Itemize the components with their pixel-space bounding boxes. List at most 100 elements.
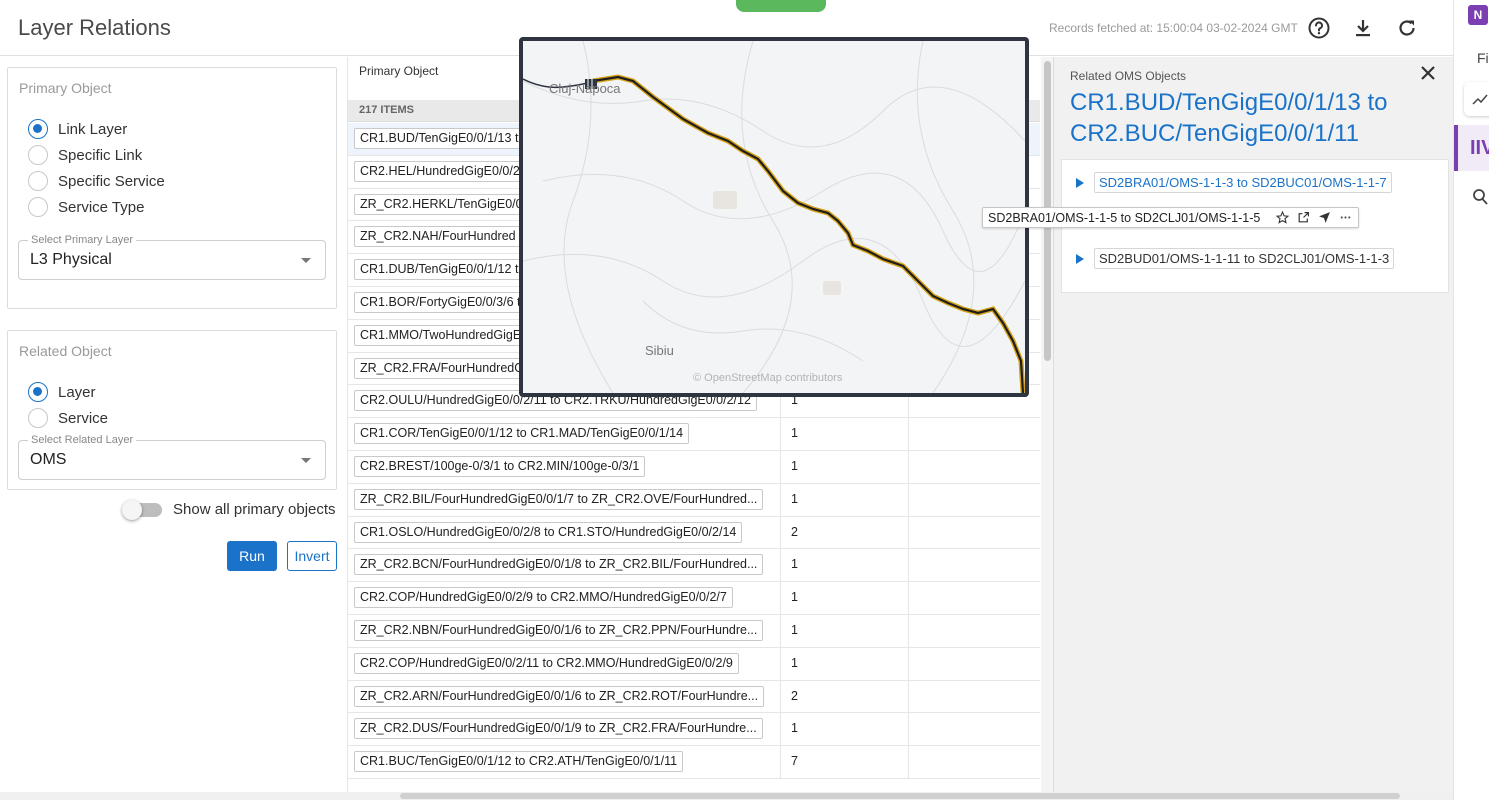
empty-cell bbox=[908, 418, 1040, 450]
item-actions bbox=[1268, 211, 1352, 225]
primary-object-cell[interactable]: ZR_CR2.BIL/FourHundredGigE0/0/1/7 to ZR_… bbox=[354, 488, 764, 510]
tree-item-label[interactable]: SD2BUD01/OMS-1-1-11 to SD2CLJ01/OMS-1-1-… bbox=[1094, 248, 1395, 269]
open-external-icon[interactable] bbox=[1296, 211, 1310, 225]
radio-specific-service[interactable]: Specific Service bbox=[28, 171, 165, 191]
empty-cell bbox=[908, 647, 1040, 680]
primary-object-cell[interactable]: ZR_CR2.NBN/FourHundredGigE0/0/1/6 to ZR_… bbox=[354, 619, 764, 641]
table-row[interactable]: CR2.COP/HundredGigE0/0/2/11 to CR2.MMO/H… bbox=[348, 647, 1040, 681]
radio-link-layer[interactable]: Link Layer bbox=[28, 119, 127, 139]
count-cell: 2 bbox=[780, 516, 908, 549]
count-cell: 1 bbox=[780, 549, 908, 582]
table-row[interactable]: ZR_CR2.DUS/FourHundredGigE0/0/1/9 to ZR_… bbox=[348, 713, 1040, 747]
locate-icon[interactable] bbox=[1317, 211, 1331, 225]
primary-layer-select[interactable]: Select Primary Layer L3 Physical bbox=[18, 234, 326, 280]
tree-item-label[interactable]: SD2BRA01/OMS-1-1-5 to SD2CLJ01/OMS-1-1-5 bbox=[988, 211, 1260, 225]
primary-object-cell[interactable]: ZR_CR2.DUS/FourHundredGigE0/0/1/9 to ZR_… bbox=[354, 718, 763, 740]
table-row[interactable]: ZR_CR2.NBN/FourHundredGigE0/0/1/6 to ZR_… bbox=[348, 614, 1040, 648]
radio-label: Specific Link bbox=[58, 146, 143, 164]
radio-label: Layer bbox=[58, 383, 96, 401]
notes-app-icon[interactable]: N bbox=[1468, 5, 1488, 25]
primary-object-cell[interactable]: CR2.COP/HundredGigE0/0/2/11 to CR2.MMO/H… bbox=[354, 652, 739, 674]
query-panel: Primary Object Link Layer Specific Link … bbox=[0, 57, 346, 792]
table-row[interactable]: ZR_CR2.BIL/FourHundredGigE0/0/1/7 to ZR_… bbox=[348, 483, 1040, 517]
radio-service-type[interactable]: Service Type bbox=[28, 197, 144, 217]
toggle-switch[interactable] bbox=[122, 499, 162, 520]
tree-item-label[interactable]: SD2BRA01/OMS-1-1-3 to SD2BUC01/OMS-1-1-7 bbox=[1094, 172, 1392, 193]
column-header-primary-object[interactable]: Primary Object bbox=[359, 64, 438, 78]
primary-object-cell[interactable]: ZR_CR2.ARN/FourHundredGigE0/0/1/6 to ZR_… bbox=[354, 685, 765, 707]
radio-button[interactable] bbox=[28, 145, 48, 165]
select-label: Select Related Layer bbox=[28, 434, 137, 446]
radio-button[interactable] bbox=[28, 382, 48, 402]
primary-object-cell[interactable]: CR1.DUB/TenGigE0/0/1/12 t bbox=[354, 259, 525, 281]
help-icon[interactable] bbox=[1307, 16, 1331, 40]
related-layer-select[interactable]: Select Related Layer OMS bbox=[18, 434, 326, 480]
show-all-toggle[interactable]: Show all primary objects bbox=[122, 499, 336, 520]
primary-object-cell[interactable]: CR1.COR/TenGigE0/0/1/12 to CR1.MAD/TenGi… bbox=[354, 423, 690, 445]
primary-object-cell[interactable]: CR2.HEL/HundredGigE0/0/2 bbox=[354, 160, 526, 182]
radio-button[interactable] bbox=[28, 197, 48, 217]
refresh-icon[interactable] bbox=[1395, 16, 1419, 40]
radio-button[interactable] bbox=[28, 119, 48, 139]
table-row[interactable]: CR1.OSLO/HundredGigE0/0/2/8 to CR1.STO/H… bbox=[348, 516, 1040, 550]
caret-down-icon bbox=[301, 458, 311, 463]
primary-object-cell[interactable]: CR1.BOR/FortyGigE0/0/3/6 t bbox=[354, 291, 527, 313]
table-scrollbar[interactable] bbox=[1041, 57, 1053, 792]
side-label-fragment: Fil bbox=[1477, 50, 1489, 66]
download-icon[interactable] bbox=[1351, 16, 1375, 40]
route-map-popup[interactable]: Cluj-Napoca Sibiu © OpenStreetMap contri… bbox=[519, 37, 1029, 397]
radio-button[interactable] bbox=[28, 408, 48, 428]
close-icon[interactable] bbox=[1418, 63, 1438, 83]
search-icon[interactable] bbox=[1471, 188, 1489, 211]
table-row[interactable]: CR1.COR/TenGigE0/0/1/12 to CR1.MAD/TenGi… bbox=[348, 418, 1040, 451]
expand-arrow-icon[interactable] bbox=[1076, 177, 1084, 188]
page-title: Layer Relations bbox=[18, 15, 171, 40]
related-object-group: Related Object Layer Service Select Rela… bbox=[7, 330, 337, 490]
tree-item-hovered[interactable]: SD2BRA01/OMS-1-1-5 to SD2CLJ01/OMS-1-1-5 bbox=[982, 207, 1360, 228]
primary-object-cell[interactable]: CR2.COP/HundredGigE0/0/2/9 to CR2.MMO/Hu… bbox=[354, 587, 733, 609]
more-icon[interactable] bbox=[1338, 211, 1352, 225]
radio-service[interactable]: Service bbox=[28, 408, 108, 428]
side-chart-button[interactable] bbox=[1464, 82, 1489, 116]
radio-button[interactable] bbox=[28, 171, 48, 191]
table-row[interactable]: CR2.COP/HundredGigE0/0/2/9 to CR2.MMO/Hu… bbox=[348, 582, 1040, 615]
horizontal-scrollbar[interactable] bbox=[0, 792, 1453, 800]
empty-cell bbox=[908, 614, 1040, 647]
expand-arrow-icon[interactable] bbox=[1076, 253, 1084, 264]
primary-object-cell[interactable]: ZR_CR2.FRA/FourHundredG bbox=[354, 357, 530, 379]
primary-object-cell[interactable]: ZR_CR2.HERKL/TenGigE0/0 bbox=[354, 193, 529, 215]
count-cell: 1 bbox=[780, 647, 908, 680]
count-cell: 1 bbox=[780, 450, 908, 483]
map-attribution[interactable]: © OpenStreetMap contributors bbox=[693, 372, 842, 384]
table-row[interactable]: CR1.BUC/TenGigE0/0/1/12 to CR2.ATH/TenGi… bbox=[348, 746, 1040, 779]
side-active-tab[interactable]: IIV bbox=[1454, 125, 1489, 171]
green-indicator-tab[interactable] bbox=[736, 0, 826, 12]
radio-specific-link[interactable]: Specific Link bbox=[28, 145, 142, 165]
side-app-strip: N Fil IIV bbox=[1453, 0, 1489, 800]
primary-object-cell[interactable]: CR2.BREST/100ge-0/3/1 to CR2.MIN/100ge-0… bbox=[354, 455, 646, 477]
primary-object-cell[interactable]: CR1.MMO/TwoHundredGigE bbox=[354, 324, 528, 346]
table-row[interactable]: ZR_CR2.ARN/FourHundredGigE0/0/1/6 to ZR_… bbox=[348, 680, 1040, 714]
empty-cell bbox=[908, 582, 1040, 614]
tree-item[interactable]: SD2BUD01/OMS-1-1-11 to SD2CLJ01/OMS-1-1-… bbox=[1076, 248, 1395, 269]
primary-object-cell[interactable]: CR1.BUC/TenGigE0/0/1/12 to CR2.ATH/TenGi… bbox=[354, 751, 684, 773]
run-button[interactable]: Run bbox=[227, 541, 277, 571]
empty-cell bbox=[908, 680, 1040, 713]
table-row[interactable]: ZR_CR2.BCN/FourHundredGigE0/0/1/8 to ZR_… bbox=[348, 549, 1040, 583]
primary-object-cell[interactable]: CR1.OSLO/HundredGigE0/0/2/8 to CR1.STO/H… bbox=[354, 521, 743, 543]
empty-cell bbox=[908, 713, 1040, 746]
primary-object-cell[interactable]: CR1.BUD/TenGigE0/0/1/13 t bbox=[354, 128, 525, 149]
primary-object-cell[interactable]: ZR_CR2.NAH/FourHundred bbox=[354, 226, 522, 248]
primary-object-cell[interactable]: ZR_CR2.BCN/FourHundredGigE0/0/1/8 to ZR_… bbox=[354, 554, 764, 576]
radio-label: Specific Service bbox=[58, 172, 165, 190]
panel-subtitle: Related OMS Objects bbox=[1070, 69, 1187, 83]
table-row[interactable]: CR2.BREST/100ge-0/3/1 to CR2.MIN/100ge-0… bbox=[348, 450, 1040, 484]
empty-cell bbox=[908, 516, 1040, 549]
invert-button[interactable]: Invert bbox=[287, 541, 337, 571]
scrollbar-thumb[interactable] bbox=[400, 793, 1400, 799]
item-count: 217 ITEMS bbox=[359, 104, 415, 116]
empty-cell bbox=[908, 549, 1040, 582]
tree-item[interactable]: SD2BRA01/OMS-1-1-3 to SD2BUC01/OMS-1-1-7 bbox=[1076, 172, 1392, 193]
star-icon[interactable] bbox=[1275, 211, 1289, 225]
radio-layer[interactable]: Layer bbox=[28, 382, 96, 402]
